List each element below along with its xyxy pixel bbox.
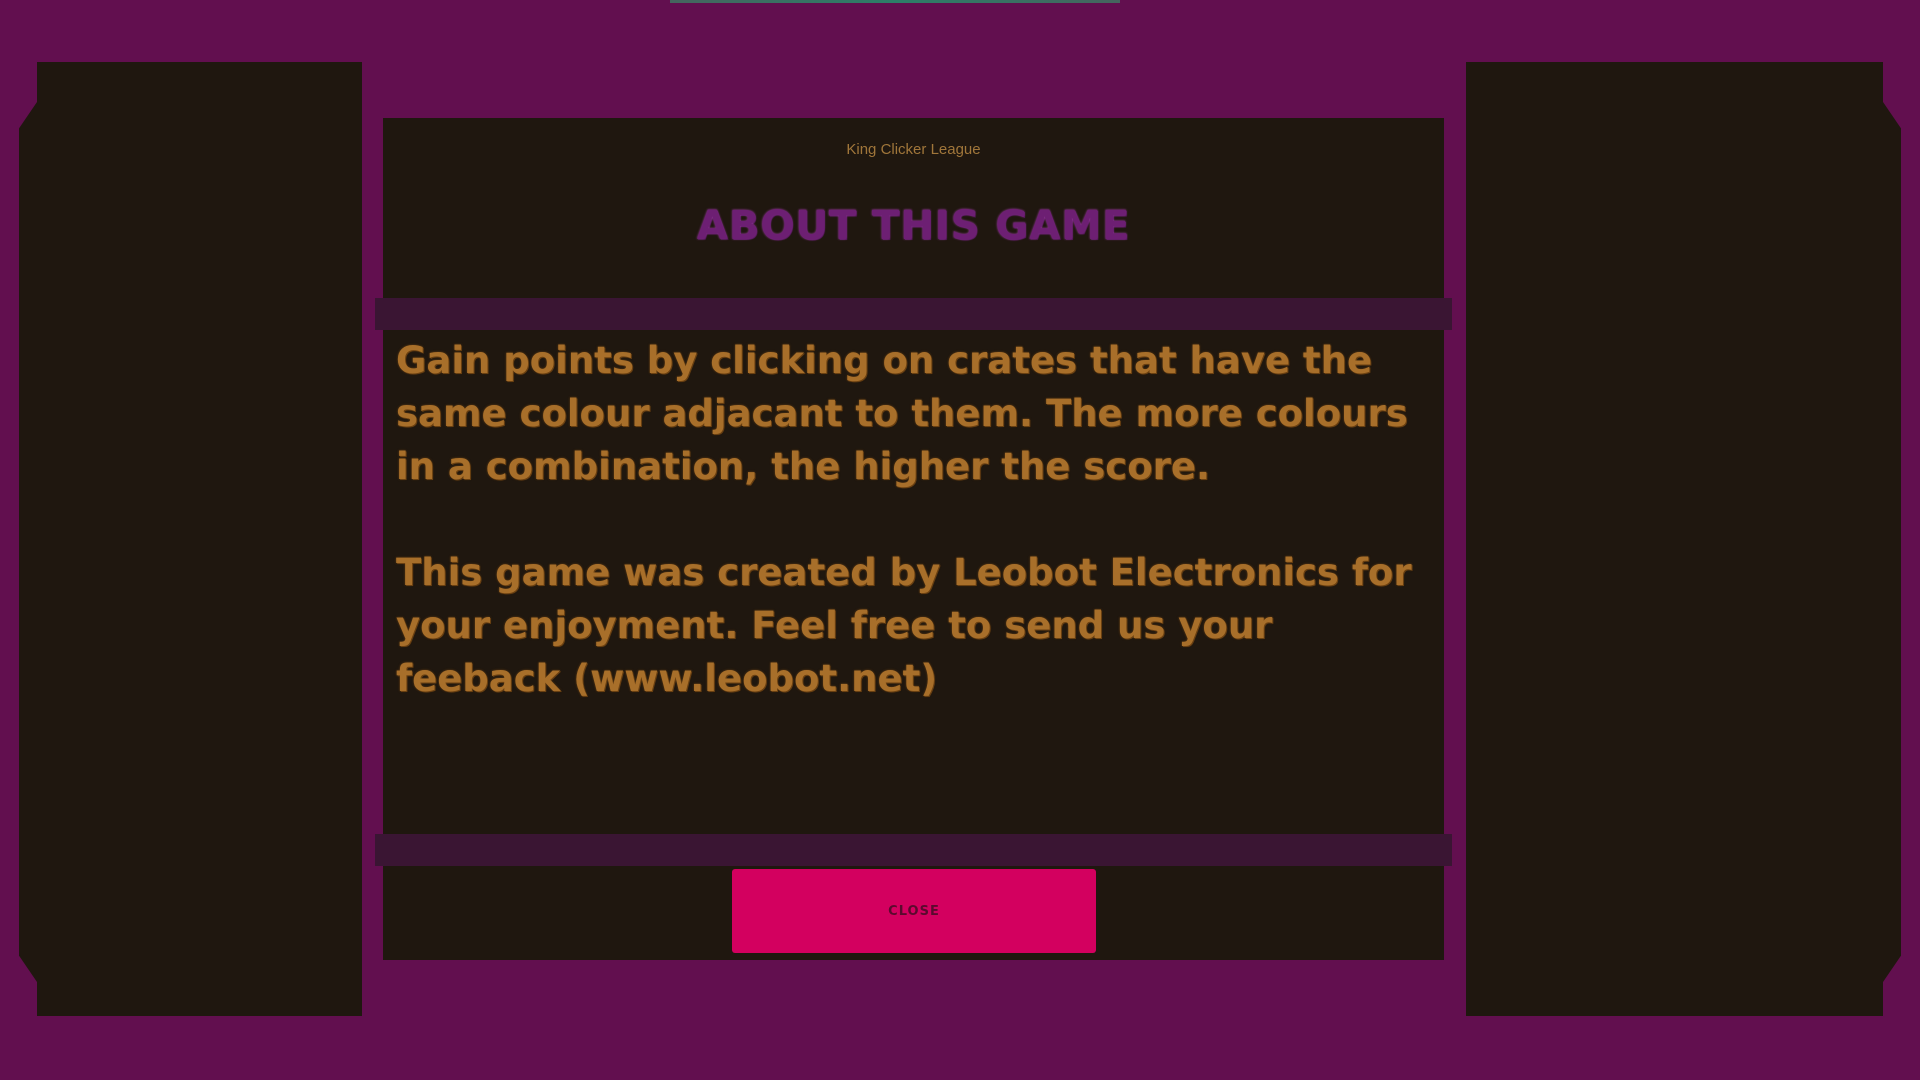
game-name-label: King Clicker League [846, 141, 981, 158]
top-accent-bar [670, 0, 1120, 3]
dialog-title: ABOUT THIS GAME [696, 203, 1131, 249]
header-divider [375, 298, 1452, 330]
game-screen: King Clicker League ABOUT THIS GAME Gain… [0, 0, 1920, 1080]
right-side-panel [1466, 62, 1883, 1016]
about-paragraph-gameplay: Gain points by clicking on crates that h… [396, 339, 1408, 488]
close-button[interactable]: CLOSE [732, 869, 1096, 953]
about-paragraph-credits: This game was created by Leobot Electron… [396, 551, 1412, 700]
about-text: Gain points by clicking on crates that h… [396, 334, 1436, 758]
left-side-panel [37, 62, 362, 1016]
footer-divider [375, 834, 1452, 866]
